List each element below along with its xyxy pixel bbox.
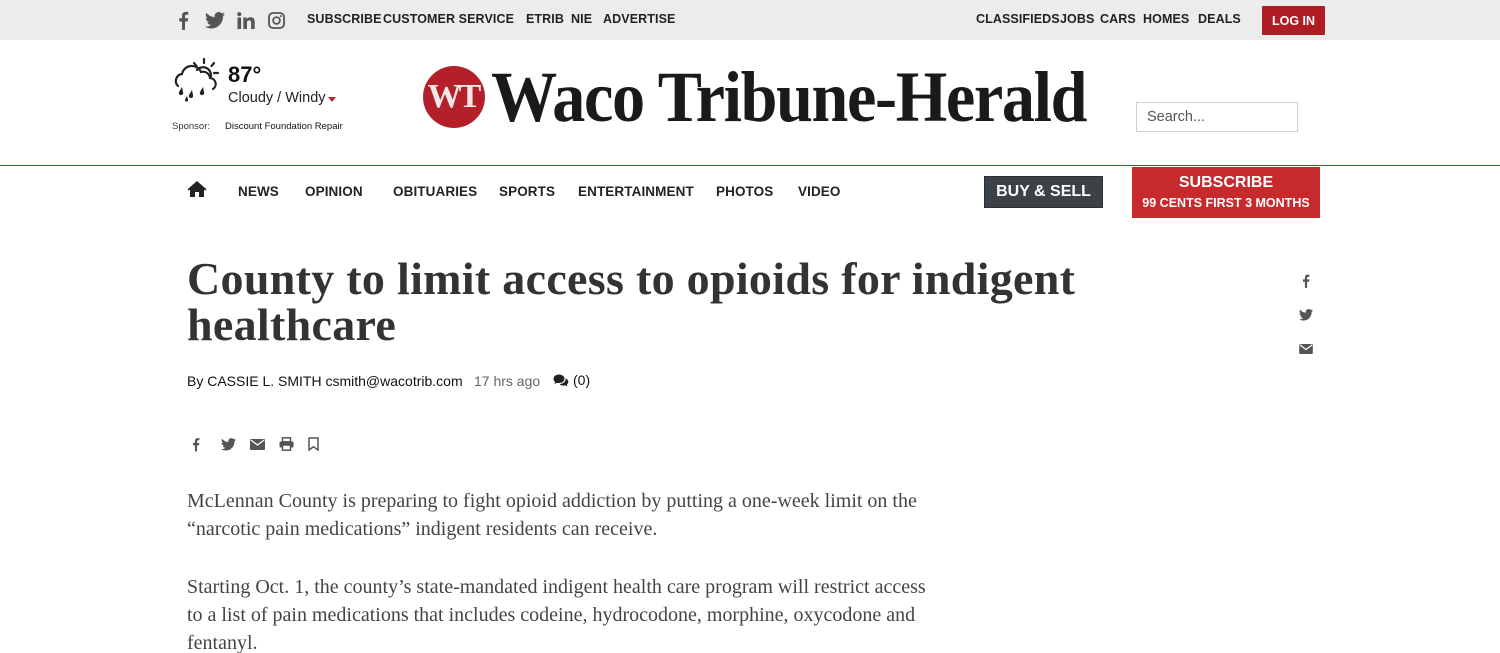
cloudy-rain-icon: [174, 57, 220, 102]
facebook-icon[interactable]: [192, 434, 221, 454]
article-paragraph: McLennan County is preparing to fight op…: [187, 490, 917, 540]
advertise-link[interactable]: ADVERTISE: [603, 12, 675, 26]
instagram-icon[interactable]: [261, 9, 292, 31]
comments-link[interactable]: (0): [553, 372, 590, 388]
nav-video[interactable]: VIDEO: [798, 184, 841, 199]
article-byline[interactable]: By CASSIE L. SMITH csmith@wacotrib.com: [187, 373, 463, 389]
login-button[interactable]: LOG IN: [1262, 6, 1325, 35]
homes-link[interactable]: HOMES: [1143, 12, 1189, 26]
social-links: [168, 9, 292, 31]
weather-condition: Cloudy / Windy: [228, 90, 326, 106]
nav-news[interactable]: NEWS: [238, 184, 279, 199]
article-share-toolbar: [192, 434, 337, 454]
article-paragraph: Starting Oct. 1, the county’s state-mand…: [187, 576, 926, 653]
subscribe-title: SUBSCRIBE: [1178, 174, 1274, 191]
facebook-icon[interactable]: [168, 9, 199, 31]
home-icon[interactable]: [187, 180, 207, 198]
bookmark-icon[interactable]: [308, 434, 337, 454]
twitter-icon[interactable]: [1296, 298, 1316, 332]
logo-initials: WT: [427, 78, 482, 115]
temperature: 87°: [228, 62, 262, 87]
nav-opinion[interactable]: OPINION: [305, 184, 363, 199]
comment-count: (0): [573, 372, 591, 388]
cars-link[interactable]: CARS: [1100, 12, 1136, 26]
email-icon[interactable]: [1296, 332, 1316, 366]
deals-link[interactable]: DEALS: [1198, 12, 1241, 26]
subscribe-button[interactable]: SUBSCRIBE 99 CENTS FIRST 3 MONTHS: [1132, 167, 1320, 218]
sponsor-name[interactable]: Discount Foundation Repair: [225, 121, 343, 132]
classifieds-link[interactable]: CLASSIFIEDS: [976, 12, 1060, 26]
nav-obituaries[interactable]: OBITUARIES: [393, 184, 477, 199]
facebook-icon[interactable]: [1296, 264, 1316, 298]
subscribe-link[interactable]: SUBSCRIBE: [307, 12, 382, 26]
jobs-link[interactable]: JOBS: [1060, 12, 1094, 26]
customer-service-link[interactable]: CUSTOMER SERVICE: [383, 12, 514, 26]
twitter-icon[interactable]: [199, 9, 230, 31]
linkedin-icon[interactable]: [230, 9, 261, 31]
site-logo[interactable]: Waco Tribune-Herald: [491, 52, 1087, 142]
sponsor-label: Sponsor:: [172, 121, 211, 132]
nav-photos[interactable]: PHOTOS: [716, 184, 773, 199]
utility-bar: SUBSCRIBE CUSTOMER SERVICE ETRIB NIE ADV…: [0, 0, 1500, 40]
nav-entertainment[interactable]: ENTERTAINMENT: [578, 184, 694, 199]
nie-link[interactable]: NIE: [571, 12, 592, 26]
article-timestamp: 17 hrs ago: [474, 373, 541, 389]
twitter-icon[interactable]: [221, 434, 250, 454]
search-input[interactable]: [1136, 102, 1298, 132]
etrib-link[interactable]: ETRIB: [526, 12, 564, 26]
article-headline: County to limit access to opioids for in…: [187, 253, 1076, 350]
chevron-down-icon[interactable]: [328, 97, 336, 102]
buy-sell-button[interactable]: BUY & SELL: [984, 176, 1103, 208]
comments-icon: [553, 374, 569, 386]
nav-sports[interactable]: SPORTS: [499, 184, 555, 199]
subscribe-offer: 99 CENTS FIRST 3 MONTHS: [1142, 196, 1310, 210]
logo-badge[interactable]: WT: [423, 66, 485, 128]
email-icon[interactable]: [250, 434, 279, 454]
side-share-bar: [1296, 264, 1316, 366]
print-icon[interactable]: [279, 434, 308, 454]
header-divider: [0, 165, 1500, 166]
